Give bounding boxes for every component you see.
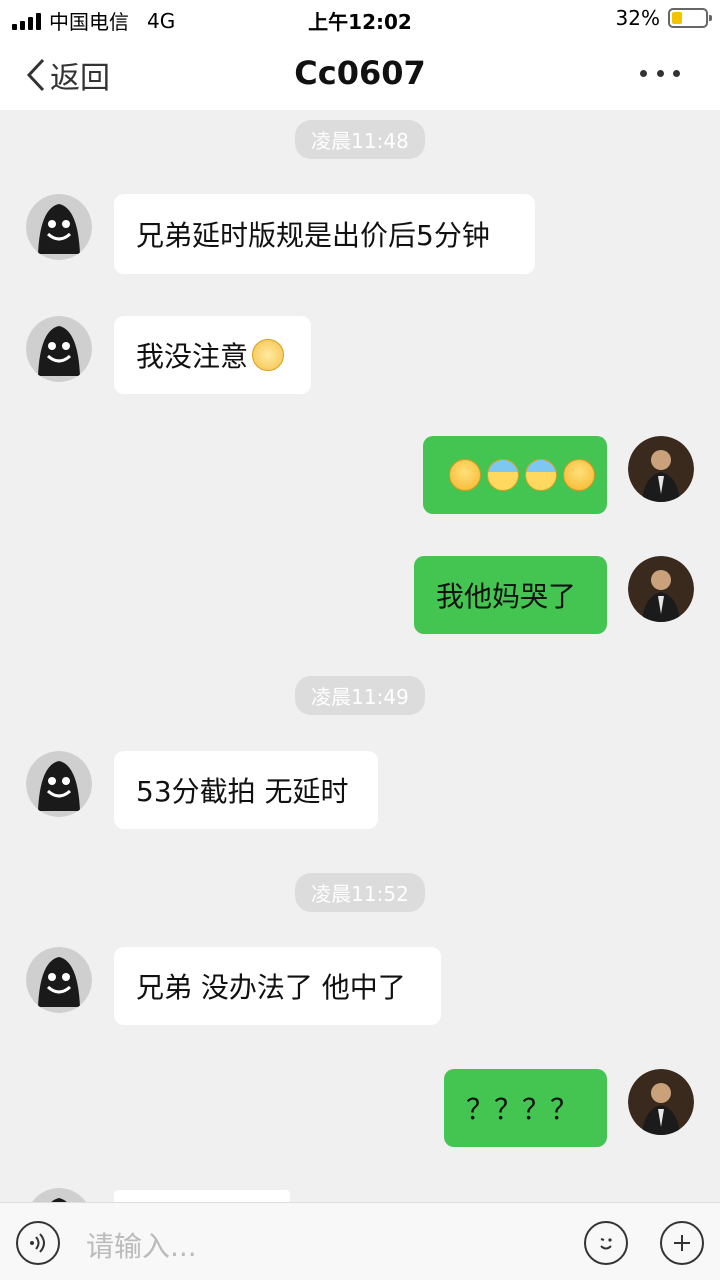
battery-icon xyxy=(668,8,712,28)
fearful-face-emoji-icon xyxy=(487,459,519,491)
more-dot-icon xyxy=(656,69,664,77)
image-message-preview[interactable] xyxy=(114,1190,290,1202)
portrait-avatar-icon xyxy=(628,436,694,502)
voice-button[interactable] xyxy=(16,1221,60,1265)
fearful-face-emoji-icon xyxy=(525,459,557,491)
input-bar: 请输入... xyxy=(0,1202,720,1280)
message-text: 兄弟延时版规是出价后5分钟 xyxy=(136,219,490,252)
plus-button[interactable] xyxy=(660,1221,704,1265)
my-avatar[interactable] xyxy=(628,436,694,502)
status-bar: 中国电信 4G 上午12:02 32% xyxy=(0,0,720,36)
timestamp: 凌晨11:52 xyxy=(0,873,720,912)
dark-face-avatar-icon xyxy=(26,194,92,260)
timestamp: 凌晨11:49 xyxy=(0,676,720,715)
message-bubble-outgoing[interactable]: 我他妈哭了 xyxy=(414,556,607,634)
contact-avatar[interactable] xyxy=(26,194,92,260)
message-bubble-outgoing[interactable] xyxy=(423,436,607,514)
dark-face-avatar-icon xyxy=(32,1188,86,1202)
contact-avatar[interactable] xyxy=(26,947,92,1013)
timestamp-label: 凌晨11:52 xyxy=(295,873,425,912)
message-text: 我没注意 xyxy=(136,340,249,373)
crying-face-emoji-icon xyxy=(449,459,481,491)
dark-face-avatar-icon xyxy=(26,316,92,382)
plus-icon xyxy=(674,1235,690,1251)
contact-avatar[interactable] xyxy=(26,1188,92,1202)
emoji-icon xyxy=(600,1238,612,1250)
my-avatar[interactable] xyxy=(628,1069,694,1135)
message-bubble-incoming[interactable]: 53分截拍 无延时 xyxy=(114,751,378,829)
nav-bar: 返回 Cc0607 xyxy=(0,36,720,110)
emoji-row xyxy=(445,459,595,491)
timestamp: 凌晨11:48 xyxy=(0,120,720,159)
status-time: 上午12:02 xyxy=(308,10,412,34)
more-button[interactable] xyxy=(640,58,680,88)
message-bubble-incoming[interactable]: 兄弟延时版规是出价后5分钟 xyxy=(114,194,535,274)
more-dot-icon xyxy=(673,69,680,77)
crying-face-emoji-icon xyxy=(563,459,595,491)
portrait-avatar-icon xyxy=(628,556,694,622)
message-bubble-outgoing[interactable]: ？？？？ xyxy=(444,1069,607,1147)
back-label: 返回 xyxy=(50,61,110,96)
dark-face-avatar-icon xyxy=(26,751,92,817)
message-input[interactable]: 请输入... xyxy=(86,1225,197,1265)
message-text: 我他妈哭了 xyxy=(436,580,577,613)
contact-avatar[interactable] xyxy=(26,316,92,382)
message-bubble-incoming[interactable]: 我没注意 xyxy=(114,316,311,394)
voice-icon xyxy=(30,1233,45,1253)
emoji-button[interactable] xyxy=(584,1221,628,1265)
chat-area[interactable]: 凌晨11:48 兄弟延时版规是出价后5分钟 我没注意 我他妈哭了 凌晨11:49… xyxy=(0,110,720,1202)
status-right: 32% xyxy=(615,6,712,30)
my-avatar[interactable] xyxy=(628,556,694,622)
message-text: 53分截拍 无延时 xyxy=(136,775,349,808)
more-dot-icon xyxy=(640,69,647,77)
back-button[interactable]: 返回 xyxy=(26,53,110,97)
chevron-left-icon xyxy=(26,58,45,92)
message-text: ？？？？ xyxy=(466,1093,579,1126)
portrait-avatar-icon xyxy=(628,1069,694,1135)
battery-percent: 32% xyxy=(615,6,660,30)
zipped-mouth-emoji-icon xyxy=(252,339,285,371)
contact-avatar[interactable] xyxy=(26,751,92,817)
dark-face-avatar-icon xyxy=(26,947,92,1013)
timestamp-label: 凌晨11:49 xyxy=(295,676,425,715)
message-text: 兄弟 没办法了 他中了 xyxy=(136,971,406,1004)
timestamp-label: 凌晨11:48 xyxy=(295,120,425,159)
message-bubble-incoming[interactable]: 兄弟 没办法了 他中了 xyxy=(114,947,441,1025)
